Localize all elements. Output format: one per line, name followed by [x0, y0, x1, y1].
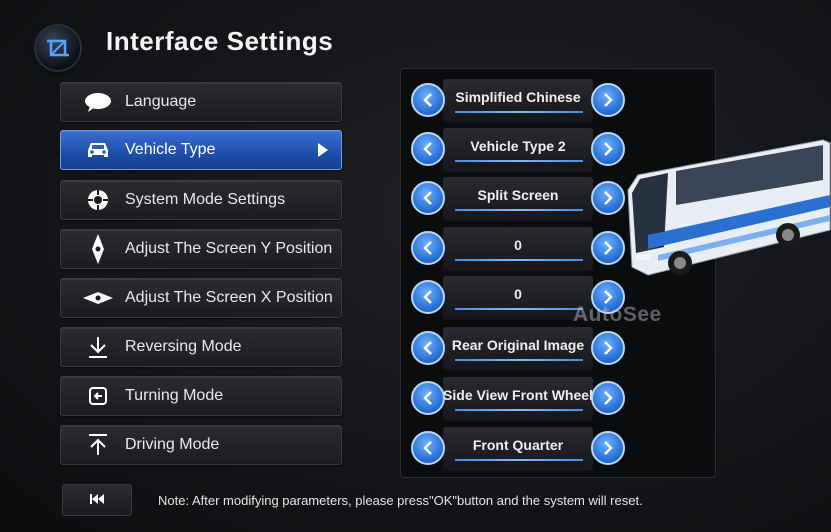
prev-button[interactable] — [411, 331, 445, 365]
turning-mode-selector: Side View Front Wheel — [411, 377, 631, 423]
value-box: Vehicle Type 2 — [443, 128, 593, 172]
value-box: Rear Original Image — [443, 327, 593, 371]
chevron-left-icon — [423, 241, 432, 255]
chevron-right-icon — [604, 142, 613, 156]
menu-item-driving-mode[interactable]: Driving Mode — [60, 425, 342, 465]
prev-button[interactable] — [411, 181, 445, 215]
chevron-left-icon — [423, 441, 432, 455]
skip-back-icon — [90, 491, 104, 509]
underline — [455, 259, 583, 261]
next-button[interactable] — [591, 431, 625, 465]
chevron-left-icon — [423, 391, 432, 405]
menu-item-label: Reversing Mode — [125, 338, 242, 355]
chevron-right-icon — [604, 441, 613, 455]
chevron-right-icon — [604, 93, 613, 107]
menu-item-label: System Mode Settings — [125, 191, 286, 208]
screen: Interface Settings Language Vehicle Type… — [0, 0, 831, 532]
chevron-left-icon — [423, 341, 432, 355]
menu-item-reversing-mode[interactable]: Reversing Mode — [60, 327, 342, 367]
menu-item-turning-mode[interactable]: Turning Mode — [60, 376, 342, 416]
value-box: Side View Front Wheel — [443, 377, 593, 421]
menu-item-adjust-y[interactable]: Adjust The Screen Y Position — [60, 229, 342, 269]
vertical-diamond-icon — [83, 234, 113, 264]
value-box: Simplified Chinese — [443, 79, 593, 123]
next-button[interactable] — [591, 83, 625, 117]
language-selector: Simplified Chinese — [411, 79, 631, 125]
reversing-mode-selector: Rear Original Image — [411, 327, 631, 373]
up-arrow-icon — [83, 433, 113, 457]
value-text: 0 — [514, 286, 522, 302]
value-text: 0 — [514, 237, 522, 253]
value-box: 0 — [443, 276, 593, 320]
underline — [455, 308, 583, 310]
menu-item-label: Language — [125, 93, 197, 110]
chevron-right-icon — [604, 290, 613, 304]
chevron-left-icon — [423, 191, 432, 205]
prev-button[interactable] — [411, 431, 445, 465]
menu-item-system-mode-settings[interactable]: System Mode Settings — [60, 180, 342, 220]
speech-bubble-icon — [83, 90, 113, 114]
chevron-right-icon — [604, 241, 613, 255]
menu-item-label: Driving Mode — [125, 436, 220, 453]
system-mode-selector: Split Screen — [411, 177, 631, 223]
underline — [455, 359, 583, 361]
screen-y-selector: 0 — [411, 227, 631, 273]
underline — [455, 160, 583, 162]
triangle-right-icon — [317, 143, 329, 162]
next-button[interactable] — [591, 381, 625, 415]
underline — [455, 409, 583, 411]
menu-item-language[interactable]: Language — [60, 82, 342, 122]
value-text: Rear Original Image — [451, 337, 585, 353]
prev-button[interactable] — [411, 381, 445, 415]
reset-note: Note: After modifying parameters, please… — [158, 493, 643, 508]
underline — [455, 209, 583, 211]
prev-button[interactable] — [411, 231, 445, 265]
menu-item-label: Vehicle Type — [125, 141, 216, 158]
prev-button[interactable] — [411, 83, 445, 117]
chevron-left-icon — [423, 142, 432, 156]
value-box: Front Quarter — [443, 427, 593, 471]
value-text: Side View Front Wheel — [443, 387, 593, 403]
next-button[interactable] — [591, 331, 625, 365]
back-button[interactable] — [62, 484, 132, 516]
vehicle-type-selector: Vehicle Type 2 — [411, 128, 631, 174]
prev-button[interactable] — [411, 280, 445, 314]
car-icon — [83, 138, 113, 162]
value-box: Split Screen — [443, 177, 593, 221]
prev-button[interactable] — [411, 132, 445, 166]
value-box: 0 — [443, 227, 593, 271]
value-text: Vehicle Type 2 — [470, 138, 566, 154]
underline — [455, 111, 583, 113]
watermark: AutoSee — [573, 303, 662, 326]
menu-item-label: Adjust The Screen X Position — [125, 289, 333, 306]
page-title: Interface Settings — [106, 26, 334, 56]
chevron-left-icon — [423, 290, 432, 304]
menu-item-vehicle-type[interactable]: Vehicle Type — [60, 130, 342, 170]
down-arrow-icon — [83, 335, 113, 359]
value-text: Simplified Chinese — [455, 89, 581, 105]
driving-mode-selector: Front Quarter — [411, 427, 631, 473]
menu-item-label: Adjust The Screen Y Position — [125, 240, 333, 257]
turn-icon — [83, 384, 113, 408]
value-text: Split Screen — [477, 187, 559, 203]
chevron-right-icon — [604, 391, 613, 405]
underline — [455, 459, 583, 461]
menu-item-adjust-x[interactable]: Adjust The Screen X Position — [60, 278, 342, 318]
value-text: Front Quarter — [472, 437, 564, 453]
bus-image — [618, 135, 831, 290]
gear-icon — [83, 188, 113, 212]
crop-icon — [36, 26, 80, 70]
menu-item-label: Turning Mode — [125, 387, 224, 404]
chevron-right-icon — [604, 191, 613, 205]
chevron-left-icon — [423, 93, 432, 107]
horizontal-diamond-icon — [83, 286, 113, 310]
chevron-right-icon — [604, 341, 613, 355]
